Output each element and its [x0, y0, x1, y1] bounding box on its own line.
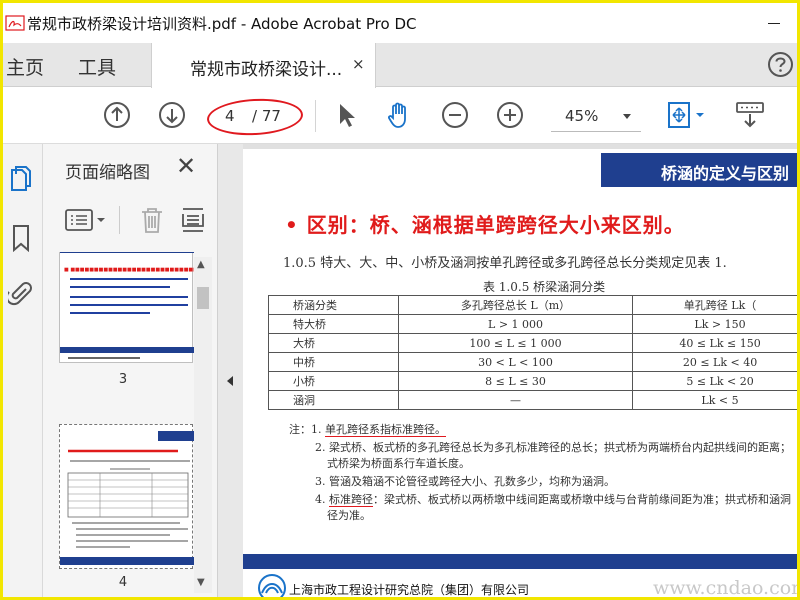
table-header: 多孔跨径总长 L（m） — [397, 295, 634, 315]
acrobat-app-icon — [5, 12, 27, 34]
tab-bar: 主页 工具 常规市政桥梁设计... × — [3, 43, 797, 88]
table-cell: Lk < 5 — [632, 390, 797, 410]
thumbnail-page-number: 4 — [118, 575, 128, 590]
help-icon[interactable] — [767, 51, 794, 78]
table-row: 涵洞 — Lk < 5 — [268, 390, 797, 410]
minimize-button[interactable] — [751, 3, 797, 43]
note-4-cont: 径为准。 — [327, 509, 371, 522]
tab-home[interactable]: 主页 — [6, 53, 44, 80]
panel-divider — [119, 206, 120, 234]
window-controls — [751, 3, 797, 43]
zoom-level-value: 45% — [565, 107, 599, 125]
tab-tools[interactable]: 工具 — [78, 53, 116, 80]
footer-organization: 上海市政工程设计研究总院（集团）有限公司 — [289, 583, 530, 597]
table-row: 小桥 8 ≤ L ≤ 30 5 ≤ Lk < 20 — [268, 371, 797, 391]
table-cell: 涵洞 — [268, 390, 399, 410]
panel-collapse-handle[interactable] — [218, 144, 243, 597]
table-header-row: 桥涵分类 多孔跨径总长 L（m） 单孔跨径 Lk（ — [268, 295, 797, 315]
tab-document-label: 常规市政桥梁设计... — [190, 60, 343, 80]
thumbnail-panel: 页面缩略图 ✕ ■ ■■■■■■■■■■■■■■■■■■■■■■■■■■■ 3 … — [43, 144, 218, 597]
page-thumbnail[interactable] — [59, 424, 194, 569]
window-title: 常规市政桥梁设计培训资料.pdf - Adobe Acrobat Pro DC — [27, 14, 417, 33]
thumbnail-list: ■ ■■■■■■■■■■■■■■■■■■■■■■■■■■■ 3 4 — [53, 252, 196, 597]
fit-page-icon[interactable] — [665, 100, 709, 130]
pdf-page: 桥涵的定义与区别 • 区别：桥、涵根据单跨跨径大小来区别。 1.0.5 特大、大… — [243, 149, 797, 599]
note-1-prefix: 注：1. — [289, 423, 325, 436]
page-number-field[interactable]: 4 / 77 — [206, 96, 304, 138]
note-3: 3. 管涵及箱涵不论管径或跨径大小、孔数多少，均称为涵洞。 — [315, 475, 615, 488]
header-banner: 桥涵的定义与区别 — [601, 153, 797, 187]
note-1-text: 单孔跨径系指标准跨径。 — [325, 423, 446, 437]
watermark: www.cndao.com — [653, 577, 797, 599]
section-title: • 区别：桥、涵根据单跨跨径大小来区别。 — [285, 213, 685, 237]
table-header: 桥涵分类 — [268, 295, 399, 315]
tab-document[interactable]: 常规市政桥梁设计... × — [151, 43, 376, 88]
table-row: 特大桥 L > 1 000 Lk > 150 — [268, 314, 797, 334]
keyboard-scroll-icon[interactable] — [735, 100, 765, 130]
thumbnail-page-number: 3 — [118, 372, 128, 387]
table-cell: — — [397, 390, 634, 410]
footer-bar — [243, 554, 797, 569]
thumbnail-options-icon[interactable] — [65, 208, 111, 236]
tab-close-icon[interactable]: × — [352, 55, 365, 73]
previous-page-icon[interactable] — [102, 100, 132, 130]
page-thumbnail[interactable]: ■ ■■■■■■■■■■■■■■■■■■■■■■■■■■■ — [59, 252, 196, 363]
header-banner-text: 桥涵的定义与区别 — [661, 164, 790, 183]
table-header: 单孔跨径 Lk（ — [632, 295, 797, 315]
title-bar: 常规市政桥梁设计培训资料.pdf - Adobe Acrobat Pro DC — [3, 3, 797, 43]
table-row: 大桥 100 ≤ L ≤ 1 000 40 ≤ Lk ≤ 150 — [268, 333, 797, 353]
table-cell: L > 1 000 — [397, 314, 634, 334]
classification-table: 桥涵分类 多孔跨径总长 L（m） 单孔跨径 Lk（ 特大桥 L > 1 000 … — [268, 295, 797, 410]
thumbnail-scrollbar[interactable]: ▲ ▼ — [194, 257, 212, 593]
panel-title: 页面缩略图 — [65, 163, 150, 183]
zoom-in-icon[interactable] — [495, 100, 525, 130]
note-4-term: 标准跨径 — [329, 493, 373, 507]
table-cell: 小桥 — [268, 371, 399, 391]
panel-tools — [43, 198, 218, 242]
note-2-cont: 式桥梁为桥面系行车道长度。 — [327, 457, 470, 470]
company-logo-icon — [257, 573, 287, 597]
zoom-out-icon[interactable] — [440, 100, 470, 130]
scrollbar-thumb[interactable] — [197, 287, 209, 309]
note-4-prefix: 4. — [315, 493, 329, 506]
note-1: 注：1. 单孔跨径系指标准跨径。 — [289, 421, 446, 437]
table-cell: 特大桥 — [268, 314, 399, 334]
trash-icon[interactable] — [139, 206, 165, 238]
red-annotation-ellipse — [206, 96, 304, 138]
hand-tool-icon[interactable] — [385, 100, 415, 130]
scroll-up-icon[interactable]: ▲ — [197, 259, 205, 270]
table-caption: 表 1.0.5 桥梁涵洞分类 — [483, 280, 606, 294]
select-cursor-icon[interactable] — [331, 100, 361, 130]
chevron-down-icon — [623, 114, 631, 119]
table-cell: 大桥 — [268, 333, 399, 353]
panel-close-icon[interactable]: ✕ — [176, 152, 196, 180]
bookmark-icon[interactable] — [8, 224, 34, 253]
zoom-level-dropdown[interactable]: 45% — [551, 102, 641, 132]
svg-text:■ ■■■■■■■■■■■■■■■■■■■■■■■■■■■: ■ ■■■■■■■■■■■■■■■■■■■■■■■■■■■ — [64, 267, 194, 273]
table-cell: 中桥 — [268, 352, 399, 372]
note-4-text: ：梁式桥、板式桥以两桥墩中线间距离或桥墩中线与台背前缘间距为准；拱式桥和涵洞 — [373, 493, 791, 506]
table-row: 中桥 30 < L < 100 20 ≤ Lk < 40 — [268, 352, 797, 372]
insert-page-icon[interactable] — [181, 206, 207, 238]
note-2: 2. 梁式桥、板式桥的多孔跨径总长为多孔标准跨径的总长；拱式桥为两端桥台内起拱线… — [315, 441, 791, 454]
toolbar: 4 / 77 45% — [3, 88, 797, 144]
table-cell: 5 ≤ Lk < 20 — [632, 371, 797, 391]
table-cell: 20 ≤ Lk < 40 — [632, 352, 797, 372]
navigation-rail — [3, 144, 43, 597]
app-window: 常规市政桥梁设计培训资料.pdf - Adobe Acrobat Pro DC … — [0, 0, 800, 600]
table-cell: 8 ≤ L ≤ 30 — [397, 371, 634, 391]
table-cell: 40 ≤ Lk ≤ 150 — [632, 333, 797, 353]
document-view[interactable]: 桥涵的定义与区别 • 区别：桥、涵根据单跨跨径大小来区别。 1.0.5 特大、大… — [243, 144, 797, 599]
next-page-icon[interactable] — [157, 100, 187, 130]
attachment-icon[interactable] — [5, 280, 34, 308]
minimize-icon — [768, 22, 780, 24]
table-cell: Lk > 150 — [632, 314, 797, 334]
page-thumbnails-icon[interactable] — [8, 166, 34, 194]
note-4: 4. 标准跨径：梁式桥、板式桥以两桥墩中线间距离或桥墩中线与台背前缘间距为准；拱… — [315, 491, 791, 507]
table-cell: 100 ≤ L ≤ 1 000 — [397, 333, 634, 353]
toolbar-divider — [315, 100, 316, 132]
clause-text: 1.0.5 特大、大、中、小桥及涵洞按单孔跨径或多孔跨径总长分类规定见表 1. — [283, 256, 727, 271]
scroll-down-icon[interactable]: ▼ — [197, 577, 205, 588]
table-cell: 30 < L < 100 — [397, 352, 634, 372]
